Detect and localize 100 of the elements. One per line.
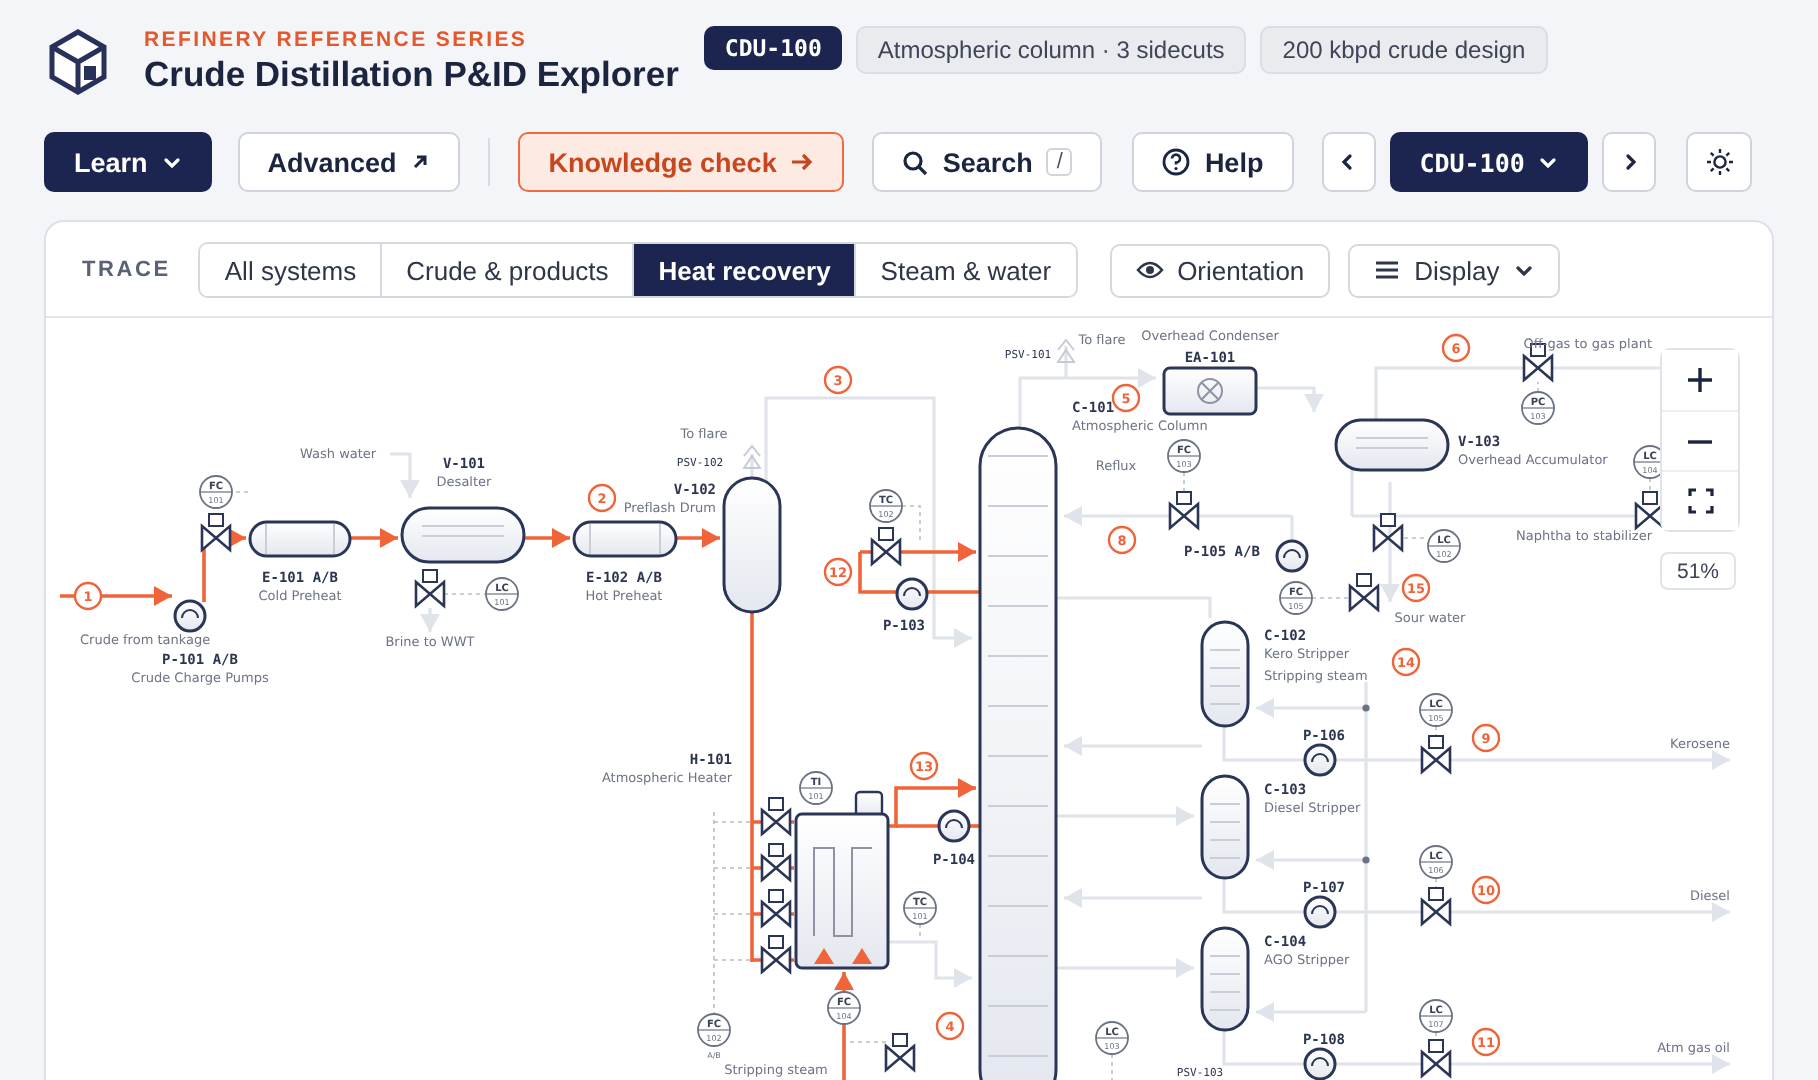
control-valve-icon — [1372, 513, 1404, 553]
control-valve-icon — [200, 513, 232, 553]
relief-valve-icon — [743, 444, 761, 469]
flow-arrow-icon — [958, 778, 976, 798]
pump-icon — [1303, 1047, 1337, 1080]
help-button[interactable]: Help — [1132, 132, 1294, 192]
flow-arrow-icon — [834, 972, 854, 990]
air-cooler-icon — [1162, 366, 1258, 416]
flow-arrow-icon — [1712, 1054, 1730, 1074]
flow-arrow-icon — [1256, 698, 1274, 718]
flow-arrow-icon — [400, 480, 420, 498]
flow-arrow-icon — [154, 586, 172, 606]
flow-arrow-icon — [380, 528, 398, 548]
signal-line — [901, 505, 921, 543]
flow-arrow-icon — [1380, 584, 1400, 602]
pump-icon — [895, 577, 929, 611]
theme-toggle-button[interactable] — [1686, 132, 1753, 192]
flow-arrow-icon — [420, 614, 440, 632]
control-valve-icon — [414, 569, 446, 609]
unit-badge: CDU-100 — [704, 26, 842, 70]
process-pipe — [1222, 726, 1304, 762]
heat-exchanger-icon — [248, 520, 352, 558]
process-pipe — [1222, 878, 1304, 914]
chevron-down-icon — [161, 152, 182, 172]
trace-label: TRACE — [82, 258, 171, 282]
advanced-button[interactable]: Advanced — [237, 132, 461, 192]
pump-icon — [1303, 895, 1337, 929]
app-title: Crude Distillation P&ID Explorer — [144, 54, 679, 96]
signal-line — [1537, 381, 1539, 393]
help-icon — [1162, 148, 1191, 176]
chevron-down-icon — [1513, 260, 1534, 280]
flow-arrow-icon — [1176, 958, 1194, 978]
flow-arrow-icon — [1712, 750, 1730, 770]
arrow-right-icon — [790, 152, 815, 172]
trace-tab[interactable]: Heat recovery — [632, 244, 855, 296]
orientation-button[interactable]: Orientation — [1109, 243, 1331, 297]
control-valve-icon — [760, 797, 792, 837]
control-valve-icon — [760, 889, 792, 929]
control-valve-icon — [870, 527, 902, 567]
zoom-level: 51% — [1660, 552, 1736, 590]
pump-icon — [1303, 743, 1337, 777]
signal-line — [235, 491, 251, 493]
previous-unit-button[interactable] — [1321, 132, 1376, 192]
flow-arrow-icon — [958, 542, 976, 562]
sun-icon — [1705, 148, 1734, 176]
control-valve-icon — [884, 1033, 916, 1073]
chevron-down-icon — [1538, 152, 1559, 172]
vertical-drum-drawing — [722, 476, 782, 614]
process-pipe — [888, 940, 972, 980]
flow-arrow-icon — [702, 528, 720, 548]
signal-line — [919, 923, 921, 939]
flow-arrow-icon — [1138, 368, 1156, 388]
info-chip: Atmospheric column · 3 sidecuts — [855, 26, 1247, 74]
pump-icon — [937, 809, 971, 843]
process-pipe — [390, 452, 412, 498]
flow-arrow-icon — [1256, 1002, 1274, 1022]
relief-valve-icon — [1057, 338, 1075, 363]
heat-exchanger-icon — [572, 520, 678, 558]
next-unit-button[interactable] — [1602, 132, 1657, 192]
signal-line — [443, 593, 487, 595]
flow-arrow-icon — [1064, 736, 1082, 756]
menu-icon — [1374, 260, 1401, 280]
trace-tab[interactable]: Steam & water — [854, 244, 1076, 296]
flow-arrow-icon — [552, 528, 570, 548]
flow-arrow-icon — [954, 968, 972, 988]
stripper-column-drawing — [1200, 620, 1250, 728]
flow-arrow-icon — [1064, 888, 1082, 908]
fit-view-icon — [1687, 488, 1713, 514]
flow-arrow-icon — [954, 628, 972, 648]
signal-line — [1403, 537, 1429, 539]
control-valve-icon — [760, 935, 792, 975]
search-button[interactable]: Search / — [872, 132, 1103, 192]
pump-icon — [173, 599, 207, 633]
display-menu-button[interactable]: Display — [1348, 243, 1560, 297]
series-label: REFINERY REFERENCE SERIES — [144, 28, 530, 52]
fit-view-button[interactable] — [1662, 470, 1738, 530]
knowledge-check-button[interactable]: Knowledge check — [518, 132, 845, 192]
stripper-column-drawing — [1200, 774, 1250, 880]
junction-dot — [1362, 856, 1370, 864]
stripper-column-drawing — [1200, 926, 1250, 1032]
flow-arrow-icon — [1064, 506, 1082, 526]
flow-arrow-icon — [1712, 902, 1730, 922]
eye-icon — [1135, 260, 1164, 280]
control-valve-icon — [1420, 735, 1452, 775]
search-icon — [902, 149, 929, 175]
shortcut-key: / — [1046, 148, 1073, 176]
zoom-in-icon — [1686, 366, 1714, 394]
unit-selector[interactable]: CDU-100 — [1389, 132, 1589, 192]
external-arrow-icon — [410, 152, 431, 172]
flow-arrow-icon — [1304, 394, 1324, 412]
learn-menu-button[interactable]: Learn — [44, 132, 212, 192]
control-valve-icon — [760, 843, 792, 883]
control-valve-icon — [1168, 491, 1200, 531]
heat-recovery-pipe — [202, 536, 246, 602]
logo-icon — [44, 28, 112, 96]
horizontal-vessel-drawing — [400, 506, 526, 564]
process-pipe — [1256, 386, 1316, 412]
signal-line — [1311, 597, 1351, 599]
flow-arrow-icon — [1256, 850, 1274, 870]
signal-line — [1111, 1053, 1113, 1080]
